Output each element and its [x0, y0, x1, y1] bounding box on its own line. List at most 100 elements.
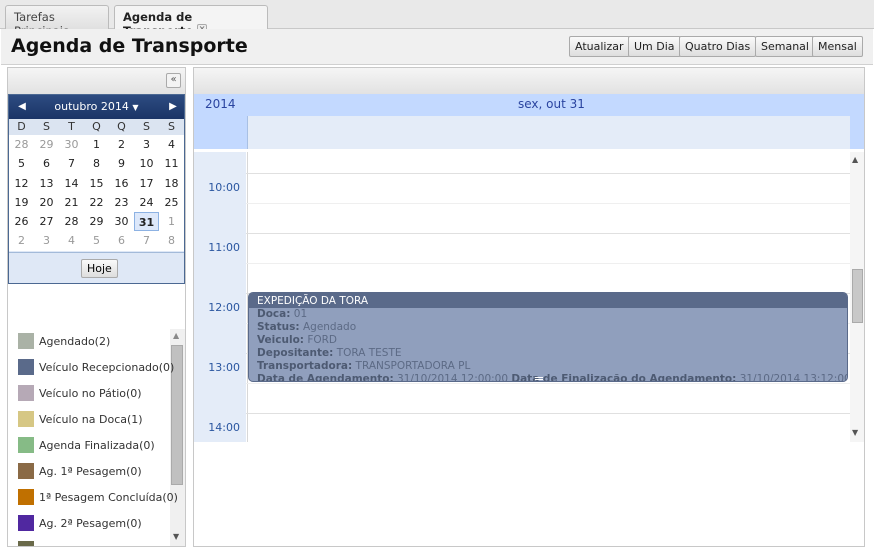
legend-item[interactable]: Veículo na Doca(1)	[18, 411, 143, 427]
schedule-scroll-thumb[interactable]	[852, 269, 863, 323]
calendar-header: ◀ outubro 2014 ▼ ▶	[9, 95, 184, 119]
calendar-week: 28 29 30 1 2 3 4	[9, 135, 184, 154]
calendar-day[interactable]: 18	[159, 174, 184, 193]
resize-handle[interactable]	[535, 377, 543, 380]
schedule-panel: 2014 sex, out 31 10:00 11:00 12:00 13:00 14:…	[193, 67, 865, 547]
calendar-day[interactable]: 8	[84, 154, 109, 173]
calendar-day[interactable]: 6	[109, 231, 134, 250]
calendar-day[interactable]: 15	[84, 174, 109, 193]
calendar-day[interactable]: 24	[134, 193, 159, 212]
legend-color-swatch	[18, 411, 34, 427]
calendar-day[interactable]: 30	[109, 212, 134, 231]
day-column-header[interactable]: sex, out 31	[518, 94, 585, 114]
calendar-day[interactable]: 5	[84, 231, 109, 250]
legend-color-swatch	[18, 489, 34, 505]
calendar-day[interactable]: 30	[59, 135, 84, 154]
chevron-down-icon: ▼	[132, 103, 139, 112]
time-grid[interactable]: 10:00 11:00 12:00 13:00 14:00 EXPEDIÇÃO DA T…	[194, 152, 850, 442]
calendar-day[interactable]: 20	[34, 193, 59, 212]
calendar-day[interactable]: 3	[34, 231, 59, 250]
calendar-day[interactable]: 3	[134, 135, 159, 154]
month-selector[interactable]: outubro 2014 ▼	[54, 100, 138, 113]
calendar-day[interactable]: 2	[109, 135, 134, 154]
today-button[interactable]: Hoje	[81, 259, 118, 278]
legend-item[interactable]: Veículo Recepcionado(0)	[18, 359, 174, 375]
legend-label: Veículo no Pátio(0)	[39, 386, 142, 400]
calendar-day[interactable]: 4	[159, 135, 184, 154]
um-dia-button[interactable]: Um Dia	[628, 36, 681, 57]
scroll-down-icon[interactable]: ▼	[173, 532, 179, 541]
calendar-day[interactable]: 6	[34, 154, 59, 173]
legend-label: Agendado(2)	[39, 334, 111, 348]
scroll-up-icon[interactable]: ▲	[852, 155, 858, 164]
legend-item[interactable]	[18, 541, 39, 546]
calendar-week: 26 27 28 29 30 31 1	[9, 212, 184, 232]
hour-label: 12:00	[208, 301, 240, 314]
page-title: Agenda de Transporte	[11, 35, 248, 57]
calendar-day[interactable]: 26	[9, 212, 34, 231]
calendar-day[interactable]: 29	[34, 135, 59, 154]
scroll-up-icon[interactable]: ▲	[173, 331, 179, 340]
field-key: Veiculo:	[257, 334, 304, 346]
field-key: Depositante:	[257, 347, 334, 359]
calendar-day[interactable]: 1	[159, 212, 184, 231]
event-expedicao-da-tora[interactable]: EXPEDIÇÃO DA TORA Doca: 01 Status: Agenda…	[248, 292, 848, 382]
atualizar-button[interactable]: Atualizar	[569, 36, 630, 57]
weekday-label: S	[143, 120, 150, 133]
all-day-row	[194, 116, 864, 149]
weekday-label: Q	[117, 120, 126, 133]
year-label: 2014	[205, 97, 236, 111]
calendar-day[interactable]: 17	[134, 174, 159, 193]
field-key: Data de Finalização do Agendamento:	[511, 373, 737, 382]
calendar-day[interactable]: 1	[84, 135, 109, 154]
calendar-day[interactable]: 29	[84, 212, 109, 231]
calendar-day[interactable]: 10	[134, 154, 159, 173]
calendar-day[interactable]: 28	[9, 135, 34, 154]
calendar-day[interactable]: 23	[109, 193, 134, 212]
calendar-day[interactable]: 21	[59, 193, 84, 212]
calendar-day[interactable]: 19	[9, 193, 34, 212]
all-day-cell[interactable]	[247, 116, 850, 149]
semanal-button[interactable]: Semanal	[755, 36, 815, 57]
calendar-day[interactable]: 27	[34, 212, 59, 231]
next-month-icon[interactable]: ▶	[166, 95, 180, 119]
calendar-day[interactable]: 7	[59, 154, 84, 173]
tab-tarefas-principais[interactable]: Tarefas Principais	[5, 5, 109, 38]
hour-label: 13:00	[208, 361, 240, 374]
collapse-icon[interactable]: «	[166, 73, 181, 88]
calendar-day[interactable]: 31	[134, 212, 159, 232]
legend-item[interactable]: Ag. 2ª Pesagem(0)	[18, 515, 142, 531]
calendar-day[interactable]: 5	[9, 154, 34, 173]
calendar-day[interactable]: 16	[109, 174, 134, 193]
prev-month-icon[interactable]: ◀	[15, 95, 29, 119]
legend-color-swatch	[18, 437, 34, 453]
quatro-dias-button[interactable]: Quatro Dias	[679, 36, 757, 57]
calendar-day[interactable]: 25	[159, 193, 184, 212]
calendar-day[interactable]: 2	[9, 231, 34, 250]
calendar-week: 2345678	[9, 231, 184, 250]
field-value: TRANSPORTADORA PL	[355, 360, 471, 372]
calendar-day[interactable]: 22	[84, 193, 109, 212]
left-panel-header: «	[8, 68, 185, 94]
calendar-day[interactable]: 12	[9, 174, 34, 193]
legend-label: 1ª Pesagem Concluída(0)	[39, 490, 178, 504]
calendar-day[interactable]: 8	[159, 231, 184, 250]
calendar-day[interactable]: 14	[59, 174, 84, 193]
legend-item[interactable]: 1ª Pesagem Concluída(0)	[18, 489, 178, 505]
legend-item[interactable]: Ag. 1ª Pesagem(0)	[18, 463, 142, 479]
calendar-day[interactable]: 11	[159, 154, 184, 173]
calendar-day[interactable]: 9	[109, 154, 134, 173]
event-field: Status: Agendado	[249, 321, 847, 334]
calendar-day[interactable]: 7	[134, 231, 159, 250]
calendar-day[interactable]: 13	[34, 174, 59, 193]
legend-item[interactable]: Agenda Finalizada(0)	[18, 437, 155, 453]
legend-item[interactable]: Agendado(2)	[18, 333, 110, 349]
calendar-day[interactable]: 28	[59, 212, 84, 231]
schedule-scrollbar[interactable]: ▲ ▼	[850, 152, 864, 442]
tab-agenda-de-transporte[interactable]: Agenda de Transporte×	[114, 5, 268, 38]
mini-calendar: ◀ outubro 2014 ▼ ▶ DSTQQSS 28 29 30 1 2 3 4 5 6 7…	[8, 94, 185, 284]
calendar-day[interactable]: 4	[59, 231, 84, 250]
mensal-button[interactable]: Mensal	[812, 36, 863, 57]
scroll-down-icon[interactable]: ▼	[852, 428, 858, 437]
legend-item[interactable]: Veículo no Pátio(0)	[18, 385, 142, 401]
